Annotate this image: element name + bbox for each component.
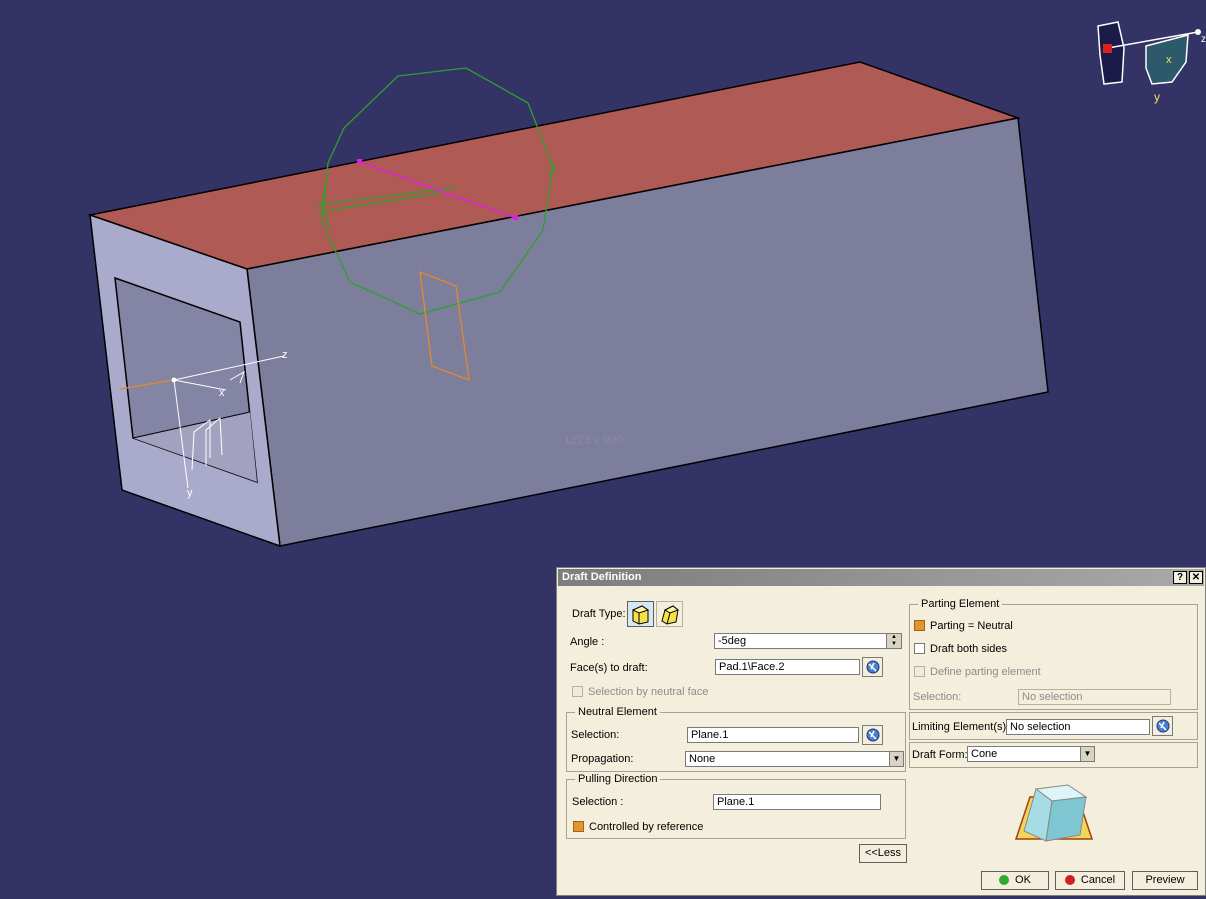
svg-text:y: y bbox=[1154, 90, 1160, 104]
dialog-titlebar[interactable]: Draft Definition ? ✕ bbox=[558, 569, 1204, 586]
parting-selection-label: Selection: bbox=[913, 691, 962, 703]
parting-equals-neutral-label: Parting = Neutral bbox=[930, 620, 1013, 632]
selection-list-icon bbox=[866, 660, 880, 674]
propagation-value: None bbox=[689, 753, 716, 765]
variable-draft-icon bbox=[661, 605, 679, 625]
draft-form-label: Draft Form: bbox=[912, 749, 968, 761]
draft-both-sides-label: Draft both sides bbox=[930, 643, 1008, 655]
ok-button[interactable]: OK bbox=[981, 871, 1049, 890]
draft-definition-dialog: Draft Definition ? ✕ Draft Type: Angle :… bbox=[556, 567, 1206, 896]
draft-form-value: Cone bbox=[971, 748, 998, 760]
variable-angle-draft-button[interactable] bbox=[656, 601, 683, 627]
cancel-button[interactable]: Cancel bbox=[1055, 871, 1125, 890]
ok-icon bbox=[999, 875, 1010, 886]
constant-angle-draft-button[interactable] bbox=[627, 601, 654, 627]
pulling-selection-label: Selection : bbox=[572, 796, 624, 808]
draft-type-label: Draft Type: bbox=[572, 608, 626, 620]
limiting-element-field[interactable]: No selection bbox=[1006, 719, 1150, 735]
chevron-down-icon[interactable]: ▼ bbox=[1080, 747, 1094, 761]
propagation-label: Propagation: bbox=[571, 753, 634, 765]
svg-text:x: x bbox=[1166, 54, 1172, 66]
limiting-selection-button[interactable] bbox=[1152, 716, 1173, 736]
draft-both-sides-checkbox[interactable] bbox=[914, 643, 925, 654]
propagation-dropdown[interactable]: None ▼ bbox=[685, 751, 904, 767]
ok-label: OK bbox=[1015, 874, 1031, 886]
angle-input[interactable]: -5deg ▲ ▼ bbox=[714, 633, 902, 649]
angle-label: Angle : bbox=[570, 636, 605, 648]
neutral-selection-button[interactable] bbox=[862, 725, 883, 745]
controlled-by-reference-label: Controlled by reference bbox=[589, 821, 704, 833]
selection-by-neutral-face-label: Selection by neutral face bbox=[588, 686, 709, 698]
draft-form-dropdown[interactable]: Cone ▼ bbox=[967, 746, 1095, 762]
chevron-down-icon[interactable]: ▼ bbox=[889, 752, 903, 766]
limiting-element-label: Limiting Element(s): bbox=[912, 721, 1010, 733]
axis-x-label: x bbox=[219, 387, 225, 399]
faces-to-draft-field[interactable]: Pad.1\Face.2 bbox=[715, 659, 860, 675]
cancel-icon bbox=[1064, 875, 1075, 886]
cancel-label: Cancel bbox=[1080, 874, 1116, 886]
canvas-size-label: 1223 x 900 bbox=[564, 433, 624, 447]
pulling-selection-field[interactable]: Plane.1 bbox=[713, 794, 881, 810]
faces-to-draft-label: Face(s) to draft: bbox=[570, 662, 648, 674]
compass-icon[interactable]: x y z bbox=[1097, 21, 1206, 104]
pulling-direction-title: Pulling Direction bbox=[575, 773, 661, 785]
less-button[interactable]: <<Less bbox=[859, 844, 907, 863]
neutral-element-title: Neutral Element bbox=[575, 706, 660, 718]
axis-y-label: y bbox=[187, 487, 193, 499]
neutral-selection-label: Selection: bbox=[571, 729, 620, 741]
angle-value: -5deg bbox=[718, 635, 747, 647]
svg-text:z: z bbox=[1201, 34, 1206, 45]
preview-button[interactable]: Preview bbox=[1132, 871, 1198, 890]
selection-by-neutral-face-checkbox[interactable] bbox=[572, 686, 583, 697]
draft-preview-icon bbox=[1014, 784, 1094, 842]
help-button[interactable]: ? bbox=[1173, 571, 1187, 584]
define-parting-element-label: Define parting element bbox=[930, 666, 1041, 678]
define-parting-element-checkbox[interactable] bbox=[914, 666, 925, 677]
parting-element-title: Parting Element bbox=[918, 598, 1003, 610]
selection-list-icon bbox=[866, 728, 880, 742]
angle-spinner[interactable]: ▲ ▼ bbox=[886, 634, 901, 648]
controlled-by-reference-checkbox[interactable] bbox=[573, 821, 584, 832]
selection-list-icon bbox=[1156, 719, 1170, 733]
close-button[interactable]: ✕ bbox=[1189, 571, 1203, 584]
axis-z-label: z bbox=[282, 349, 288, 361]
parting-equals-neutral-checkbox[interactable] bbox=[914, 620, 925, 631]
faces-selection-button[interactable] bbox=[862, 657, 883, 677]
constant-draft-icon bbox=[631, 605, 650, 625]
dialog-title: Draft Definition bbox=[562, 571, 642, 583]
parting-selection-field[interactable]: No selection bbox=[1018, 689, 1171, 705]
neutral-selection-field[interactable]: Plane.1 bbox=[687, 727, 859, 743]
